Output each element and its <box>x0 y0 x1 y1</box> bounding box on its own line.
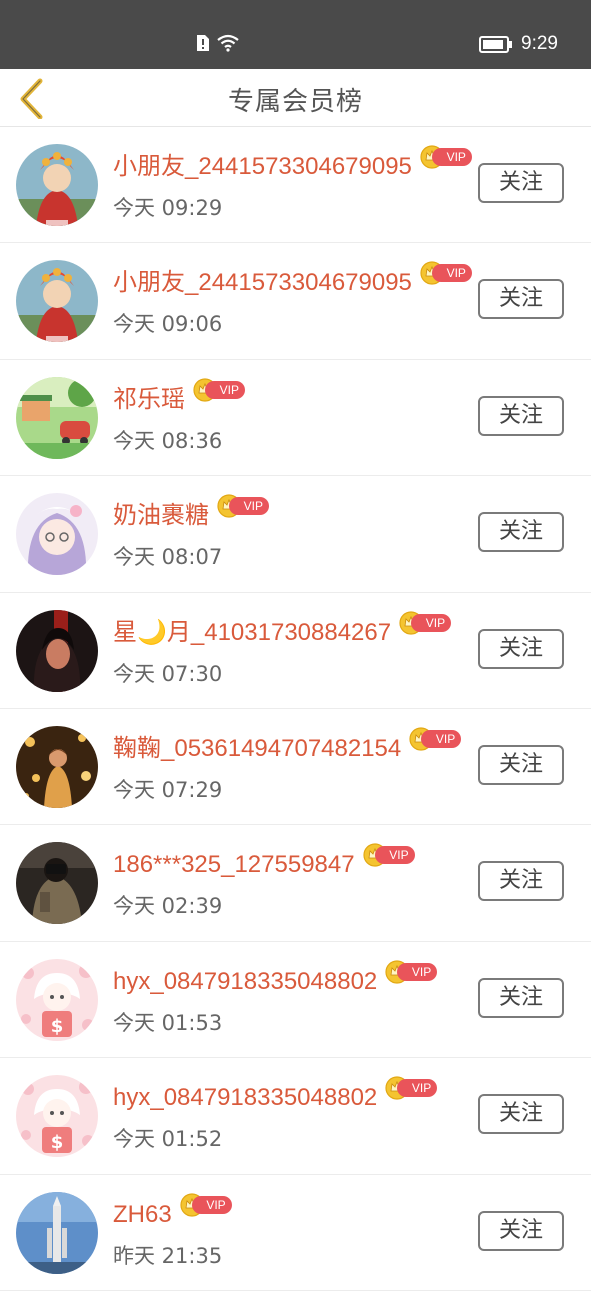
member-row[interactable]: 鞠鞠_05361494707482154 VIP 今天 07:29 关注 <box>0 709 591 826</box>
member-row[interactable]: 小朋友_2441573304679095 VIP 今天 09:06 关注 <box>0 243 591 360</box>
member-row[interactable]: 小朋友_2441573304679095 VIP 今天 09:29 关注 <box>0 127 591 244</box>
member-time: 昨天 21:35 <box>113 1243 223 1268</box>
vip-label: VIP <box>229 497 269 516</box>
vip-badge: VIP <box>420 261 474 285</box>
member-row[interactable]: 奶油裹糖 VIP 今天 08:07 关注 <box>0 476 591 593</box>
follow-button[interactable]: 关注 <box>478 977 564 1018</box>
avatar[interactable] <box>16 1191 98 1274</box>
vip-badge: VIP <box>420 145 474 169</box>
vip-badge: VIP <box>399 610 453 635</box>
vip-label: VIP <box>191 1195 232 1214</box>
member-time: 今天 02:39 <box>113 894 223 919</box>
member-name[interactable]: hyx_0847918335048802 <box>113 1080 377 1116</box>
vip-badge: VIP <box>217 494 271 518</box>
member-name[interactable]: ZH63 <box>113 1197 172 1233</box>
follow-button[interactable]: 关注 <box>478 1210 564 1251</box>
member-row[interactable]: $ hyx_0847918335048802 VIP 今天 01:53 关注 <box>0 942 591 1059</box>
svg-text:$: $ <box>51 1132 64 1153</box>
avatar[interactable] <box>16 376 98 459</box>
member-name[interactable]: 祁乐瑶 <box>113 382 185 418</box>
member-time: 今天 07:30 <box>113 661 223 686</box>
vip-label: VIP <box>397 1079 438 1098</box>
wifi-icon <box>217 34 239 52</box>
member-time: 今天 01:52 <box>113 1127 223 1152</box>
member-time: 今天 08:07 <box>113 545 223 570</box>
follow-button[interactable]: 关注 <box>478 279 564 320</box>
member-name-line: 小朋友_2441573304679095 VIP <box>113 145 474 185</box>
member-name[interactable]: 小朋友_2441573304679095 <box>113 265 412 301</box>
member-name[interactable]: 鞠鞠_05361494707482154 <box>113 731 401 767</box>
member-row[interactable]: ZH63 VIP 昨天 21:35 关注 <box>0 1175 591 1291</box>
member-name[interactable]: 星🌙月_41031730884267 <box>113 615 391 651</box>
vip-label: VIP <box>374 846 415 865</box>
battery-icon <box>479 35 513 53</box>
member-time: 今天 08:36 <box>113 428 223 453</box>
follow-button[interactable]: 关注 <box>478 395 564 436</box>
member-row[interactable]: 祁乐瑶 VIP 今天 08:36 关注 <box>0 360 591 477</box>
sim-alert-icon <box>197 35 209 51</box>
member-row[interactable]: 星🌙月_41031730884267 VIP 今天 07:30 关注 <box>0 593 591 709</box>
vip-label: VIP <box>431 148 472 166</box>
member-name-line: 鞠鞠_05361494707482154 VIP <box>113 727 463 767</box>
member-name-line: 祁乐瑶 VIP <box>113 378 247 418</box>
member-row[interactable]: 186***325_127559847 VIP 今天 02:39 关注 <box>0 825 591 942</box>
vip-badge: VIP <box>180 1192 234 1217</box>
vip-label: VIP <box>205 380 245 399</box>
avatar[interactable] <box>16 609 98 692</box>
vip-badge: VIP <box>193 378 247 402</box>
member-name-line: ZH63 VIP <box>113 1192 234 1233</box>
member-name[interactable]: hyx_0847918335048802 <box>113 964 377 1000</box>
follow-button[interactable]: 关注 <box>478 512 564 553</box>
vip-label: VIP <box>411 613 452 632</box>
member-name-line: hyx_0847918335048802 VIP <box>113 960 439 1000</box>
status-icons <box>196 32 240 54</box>
avatar[interactable]: $ <box>16 1075 98 1158</box>
avatar[interactable] <box>16 842 98 925</box>
follow-button[interactable]: 关注 <box>478 163 564 203</box>
member-name[interactable]: 奶油裹糖 <box>113 498 209 534</box>
vip-badge: VIP <box>385 960 439 984</box>
vip-badge: VIP <box>409 727 463 751</box>
vip-badge: VIP <box>385 1076 439 1100</box>
vip-badge: VIP <box>362 843 417 867</box>
svg-text:$: $ <box>51 1016 64 1037</box>
member-list: 小朋友_2441573304679095 VIP 今天 09:29 关注 小朋友_244… <box>0 127 591 1291</box>
follow-button[interactable]: 关注 <box>478 744 564 785</box>
avatar[interactable] <box>16 144 98 226</box>
member-name-line: 奶油裹糖 VIP <box>113 494 271 534</box>
member-time: 今天 07:29 <box>113 777 223 802</box>
avatar[interactable] <box>16 260 98 343</box>
member-name[interactable]: 小朋友_2441573304679095 <box>113 149 412 185</box>
member-name-line: hyx_0847918335048802 VIP <box>113 1076 439 1116</box>
avatar[interactable]: $ <box>16 958 98 1041</box>
member-row[interactable]: $ hyx_0847918335048802 VIP 今天 01:52 关注 <box>0 1058 591 1175</box>
header-bar: 专属会员榜 <box>0 69 591 127</box>
member-name[interactable]: 186***325_127559847 <box>113 847 355 883</box>
vip-label: VIP <box>397 962 438 981</box>
follow-button[interactable]: 关注 <box>478 861 564 902</box>
page-title: 专属会员榜 <box>227 87 363 117</box>
member-time: 今天 01:53 <box>113 1010 223 1035</box>
member-time: 今天 09:06 <box>113 312 223 337</box>
status-bar: 9:29 <box>0 0 591 69</box>
member-name-line: 小朋友_2441573304679095 VIP <box>113 261 474 301</box>
member-name-line: 星🌙月_41031730884267 VIP <box>113 610 453 651</box>
vip-label: VIP <box>421 729 462 748</box>
status-right: 9:29 <box>479 32 558 56</box>
follow-button[interactable]: 关注 <box>478 1094 564 1135</box>
vip-label: VIP <box>431 264 472 283</box>
member-name-line: 186***325_127559847 VIP <box>113 843 417 883</box>
follow-button[interactable]: 关注 <box>478 628 564 669</box>
avatar[interactable] <box>16 493 98 576</box>
member-time: 今天 09:29 <box>113 196 223 220</box>
avatar[interactable] <box>16 725 98 808</box>
status-time: 9:29 <box>521 33 558 54</box>
